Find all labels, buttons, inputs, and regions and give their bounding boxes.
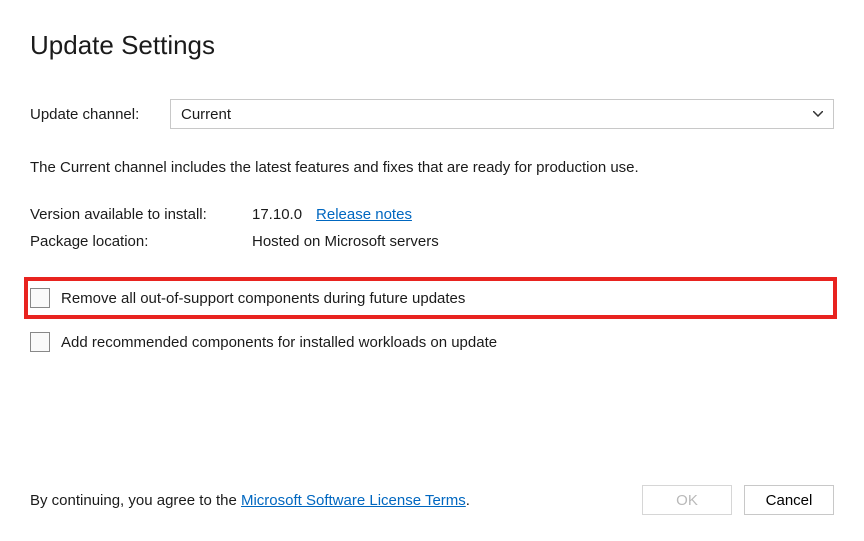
page-title: Update Settings [30,30,834,61]
license-prefix: By continuing, you agree to the [30,492,241,509]
license-link[interactable]: Microsoft Software License Terms [241,492,466,509]
package-location-label: Package location: [30,233,252,250]
version-value: 17.10.0 [252,206,302,223]
cancel-button[interactable]: Cancel [744,485,834,515]
license-suffix: . [466,492,470,509]
channel-description: The Current channel includes the latest … [30,159,834,176]
package-location-row: Package location: Hosted on Microsoft se… [30,233,834,250]
update-channel-value: Current [181,106,231,123]
remove-components-row: Remove all out-of-support components dur… [27,280,834,316]
add-components-label[interactable]: Add recommended components for installed… [61,334,497,351]
update-channel-dropdown[interactable]: Current [170,99,834,129]
release-notes-link[interactable]: Release notes [316,206,412,223]
footer-buttons: OK Cancel [642,485,834,515]
license-text: By continuing, you agree to the Microsof… [30,492,470,509]
remove-components-checkbox[interactable] [30,288,50,308]
add-components-row: Add recommended components for installed… [30,326,834,358]
remove-components-label[interactable]: Remove all out-of-support components dur… [61,290,465,307]
chevron-down-icon [813,111,823,117]
version-label: Version available to install: [30,206,252,223]
ok-button[interactable]: OK [642,485,732,515]
update-channel-row: Update channel: Current [30,99,834,129]
footer: By continuing, you agree to the Microsof… [30,485,834,515]
package-location-value: Hosted on Microsoft servers [252,233,439,250]
update-channel-label: Update channel: [30,106,170,123]
version-row: Version available to install: 17.10.0 Re… [30,206,834,223]
info-section: Version available to install: 17.10.0 Re… [30,206,834,250]
add-components-checkbox[interactable] [30,332,50,352]
